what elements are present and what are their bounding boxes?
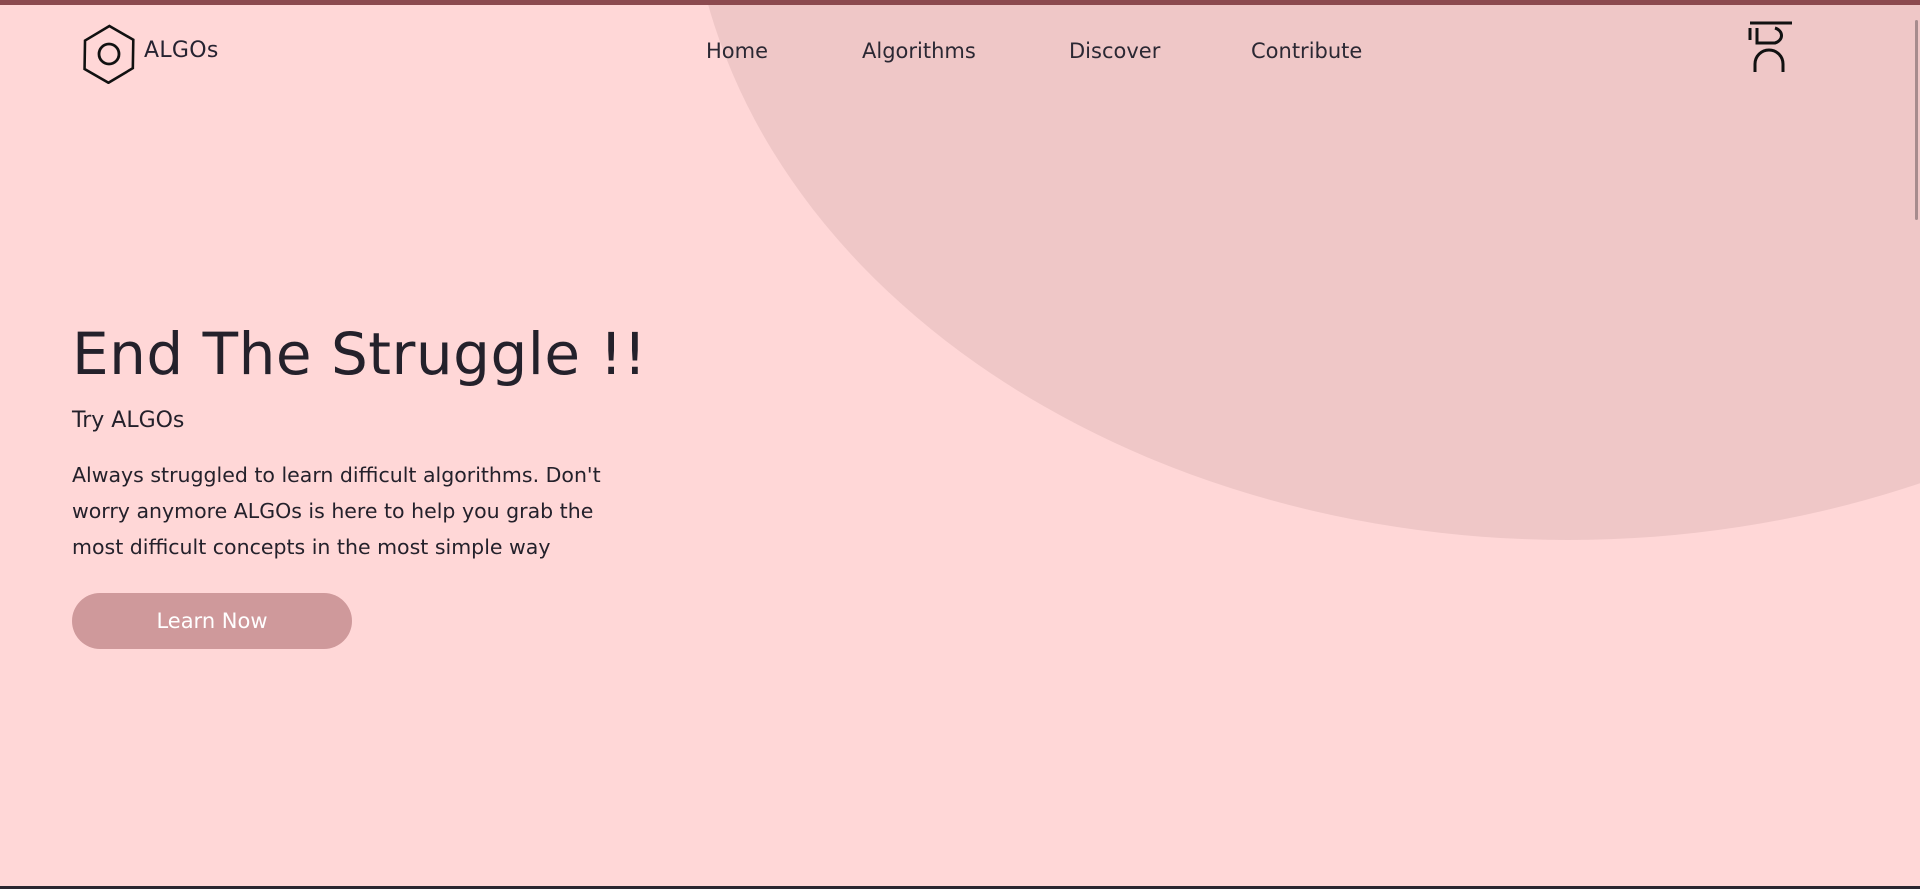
hero-description: Always struggled to learn difficult algo… [72,463,601,559]
brand-logo[interactable]: ALGOs [76,24,219,84]
nav-link-home[interactable]: Home [706,39,768,63]
brand-name: ALGOs [144,37,219,63]
top-accent-strip [0,0,1920,5]
nav-link-algorithms[interactable]: Algorithms [862,39,976,63]
page: ALGOs Home Algorithms Discover Contribut… [0,0,1920,889]
scrollbar-thumb[interactable] [1915,20,1918,220]
background-blob [688,0,1920,540]
menu-toggle-icon[interactable] [1745,20,1795,74]
learn-now-button[interactable]: Learn Now [72,593,352,649]
hero-section: End The Struggle !! Try ALGOs Always str… [72,320,652,649]
nav-link-discover[interactable]: Discover [1069,39,1160,63]
hero-title: End The Struggle !! [72,320,647,388]
nav-link-contribute[interactable]: Contribute [1251,39,1362,63]
hero-subtitle: Try ALGOs [72,408,185,433]
hexagon-logo-icon [83,24,135,84]
